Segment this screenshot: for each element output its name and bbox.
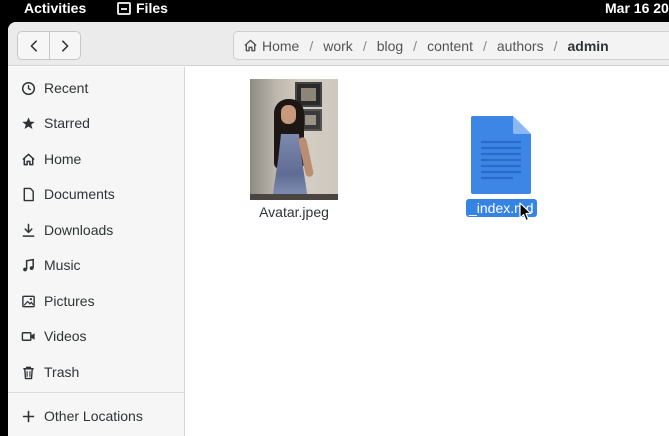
text-document-icon xyxy=(469,114,533,196)
sidebar-item-label: Documents xyxy=(44,186,115,202)
sidebar-item-label: Trash xyxy=(44,364,80,380)
files-app-icon xyxy=(117,2,131,15)
app-menu[interactable]: Files xyxy=(117,0,168,17)
document-icon xyxy=(20,186,36,202)
app-name: Files xyxy=(136,0,168,16)
path-bar: Home / work / blog / content / authors /… xyxy=(233,31,669,60)
back-button[interactable] xyxy=(18,32,49,59)
video-icon xyxy=(20,328,36,344)
sidebar-item-label: Music xyxy=(44,257,81,273)
path-separator: / xyxy=(362,37,367,54)
sidebar: Recent Starred Home Documents Downloads … xyxy=(8,67,185,436)
sidebar-item-label: Recent xyxy=(44,80,89,96)
music-icon xyxy=(20,257,36,273)
sidebar-item-recent[interactable]: Recent xyxy=(8,71,184,105)
crumb-admin[interactable]: admin xyxy=(567,38,608,54)
home-icon xyxy=(243,38,258,53)
path-separator: / xyxy=(413,37,418,54)
sidebar-item-videos[interactable]: Videos xyxy=(8,319,184,353)
sidebar-item-label: Home xyxy=(44,151,82,167)
sidebar-item-label: Starred xyxy=(44,115,90,131)
plus-icon xyxy=(20,408,36,424)
sidebar-item-other-locations[interactable]: Other Locations xyxy=(8,399,184,433)
navigation-buttons xyxy=(17,31,81,60)
crumb-home[interactable]: Home xyxy=(243,38,299,54)
image-thumbnail xyxy=(250,79,338,200)
path-separator: / xyxy=(483,37,487,54)
sidebar-item-label: Pictures xyxy=(44,293,95,309)
sidebar-item-home[interactable]: Home xyxy=(8,142,184,176)
sidebar-item-downloads[interactable]: Downloads xyxy=(8,213,184,247)
clock-icon xyxy=(20,80,36,96)
chevron-right-icon xyxy=(62,39,69,52)
clock[interactable]: Mar 16 20 xyxy=(605,0,669,17)
trash-icon xyxy=(20,364,36,380)
sidebar-item-music[interactable]: Music xyxy=(8,248,184,282)
sidebar-item-starred[interactable]: Starred xyxy=(8,106,184,140)
crumb-label: Home xyxy=(262,37,300,54)
file-view[interactable]: Avatar.jpeg _index.md xyxy=(186,67,669,436)
sidebar-item-documents[interactable]: Documents xyxy=(8,177,184,211)
path-separator: / xyxy=(553,37,558,54)
star-icon xyxy=(20,115,36,131)
path-separator: / xyxy=(309,37,314,54)
crumb-blog[interactable]: blog xyxy=(377,38,403,54)
sidebar-item-pictures[interactable]: Pictures xyxy=(8,284,184,318)
sidebar-item-label: Other Locations xyxy=(44,408,143,424)
sidebar-item-label: Videos xyxy=(44,328,87,344)
crumb-authors[interactable]: authors xyxy=(497,38,544,54)
crumb-work[interactable]: work xyxy=(323,38,353,54)
file-name: Avatar.jpeg xyxy=(259,204,329,220)
crumb-content[interactable]: content xyxy=(427,38,473,54)
home-icon xyxy=(20,151,36,167)
sidebar-item-trash[interactable]: Trash xyxy=(8,355,184,389)
top-bar: Activities Files Mar 16 20 xyxy=(0,0,669,19)
forward-button[interactable] xyxy=(49,32,80,59)
file-item-avatar[interactable]: Avatar.jpeg xyxy=(250,79,338,221)
sidebar-divider xyxy=(8,392,184,393)
mouse-pointer-icon xyxy=(519,202,532,222)
picture-icon xyxy=(20,293,36,309)
download-icon xyxy=(20,222,36,238)
header-bar: Home / work / blog / content / authors /… xyxy=(8,22,669,66)
chevron-left-icon xyxy=(30,39,37,52)
sidebar-item-label: Downloads xyxy=(44,222,114,238)
activities-button[interactable]: Activities xyxy=(24,0,86,17)
files-window: Home / work / blog / content / authors /… xyxy=(8,22,669,436)
